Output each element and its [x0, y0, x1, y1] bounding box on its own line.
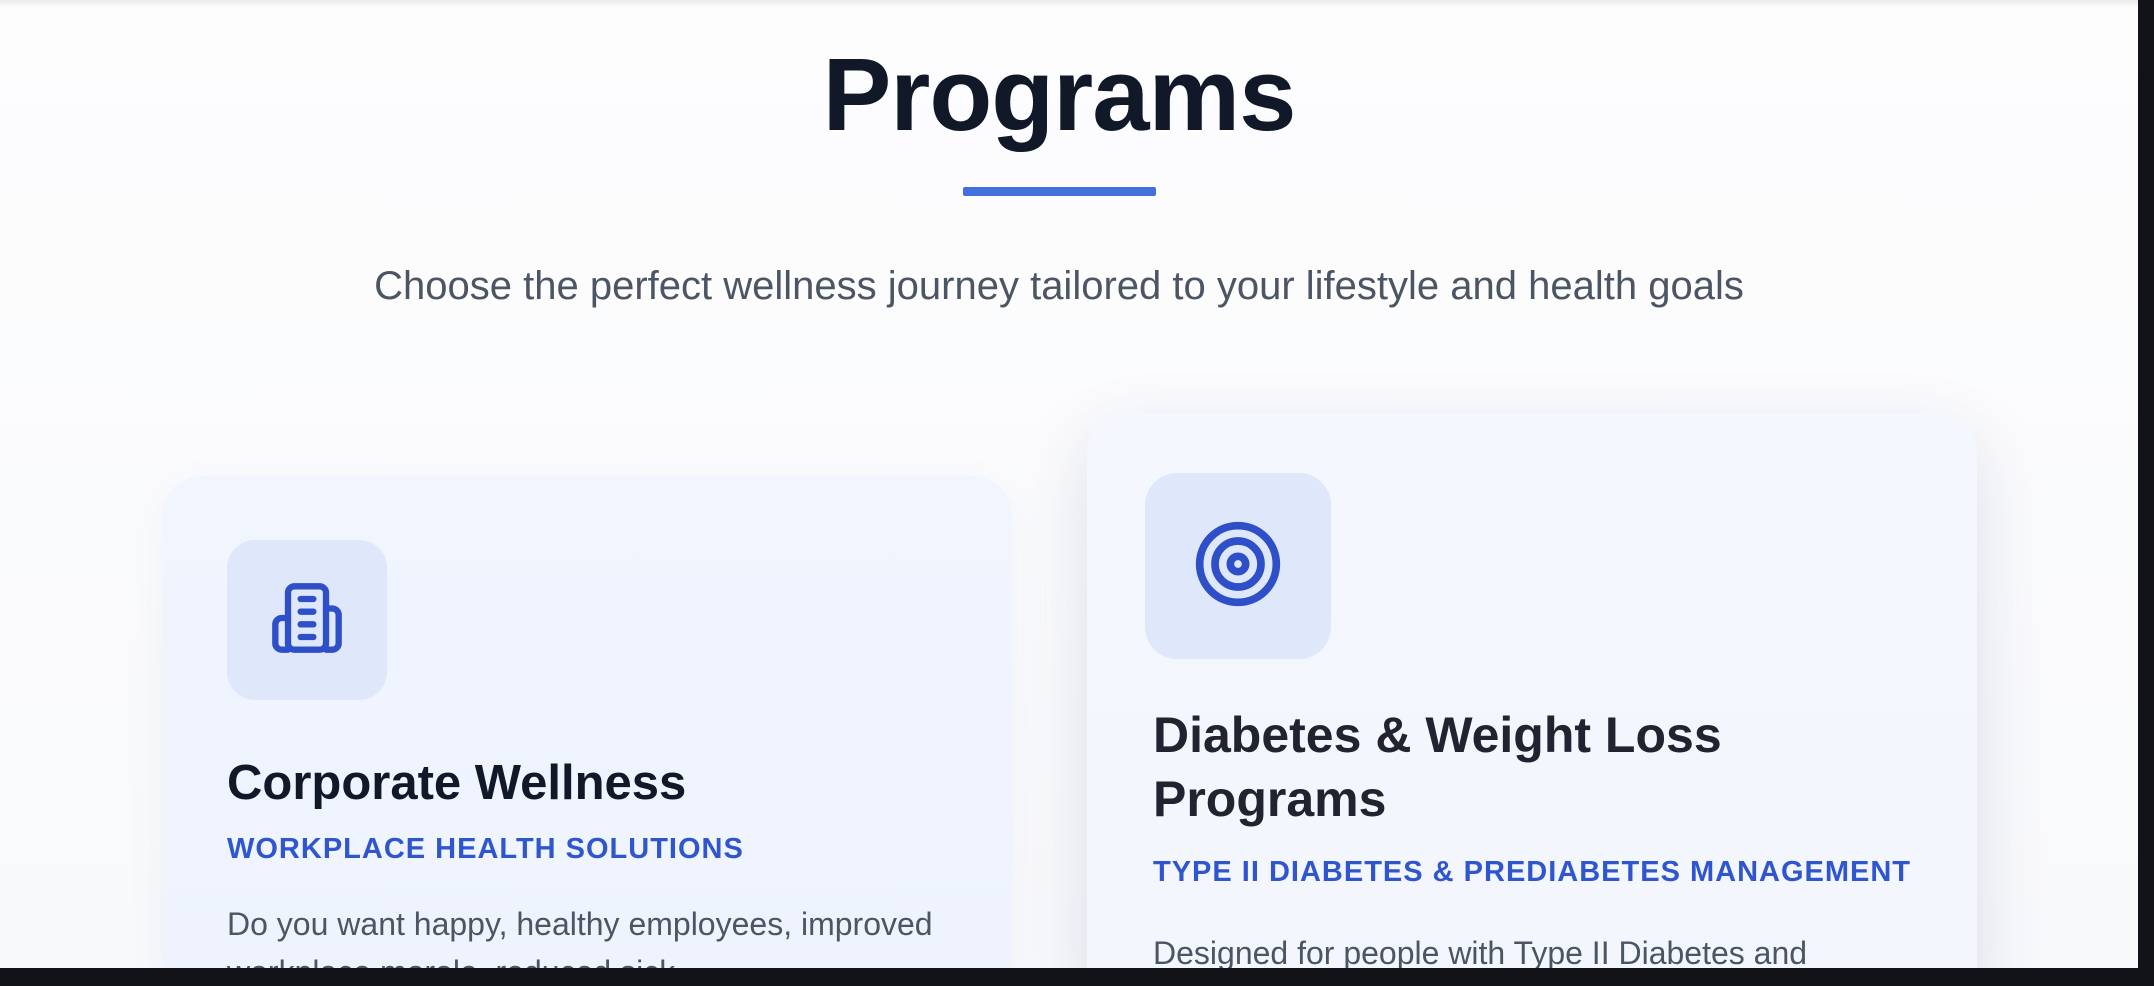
- program-tag: TYPE II DIABETES & PREDIABETES MANAGEMEN…: [1153, 856, 1912, 888]
- window-edge-bottom: [0, 968, 2154, 986]
- header-shadow: [0, 0, 2138, 8]
- page-viewport: Programs Choose the perfect wellness jou…: [0, 0, 2138, 968]
- section-title: Programs: [822, 37, 1297, 152]
- program-description: Designed for people with Type II Diabete…: [1153, 935, 1808, 968]
- program-title: Diabetes & Weight Loss Programs: [1153, 707, 1722, 827]
- program-icon-box: [227, 540, 387, 700]
- program-tag: WORKPLACE HEALTH SOLUTIONS: [227, 833, 744, 865]
- program-card-diabetes-weight-loss[interactable]: Diabetes & Weight Loss Programs TYPE II …: [1087, 413, 1977, 968]
- program-description: Do you want happy, healthy employees, im…: [227, 906, 933, 968]
- program-title: Corporate Wellness: [227, 756, 687, 810]
- program-icon-box: [1145, 473, 1331, 659]
- window-edge-right: [2138, 0, 2154, 986]
- section-subtitle: Choose the perfect wellness journey tail…: [374, 264, 1744, 308]
- program-card-corporate-wellness[interactable]: Corporate Wellness WORKPLACE HEALTH SOLU…: [162, 476, 1012, 968]
- target-icon: [1192, 518, 1284, 615]
- title-underline: [963, 187, 1156, 196]
- building-icon: [269, 580, 345, 661]
